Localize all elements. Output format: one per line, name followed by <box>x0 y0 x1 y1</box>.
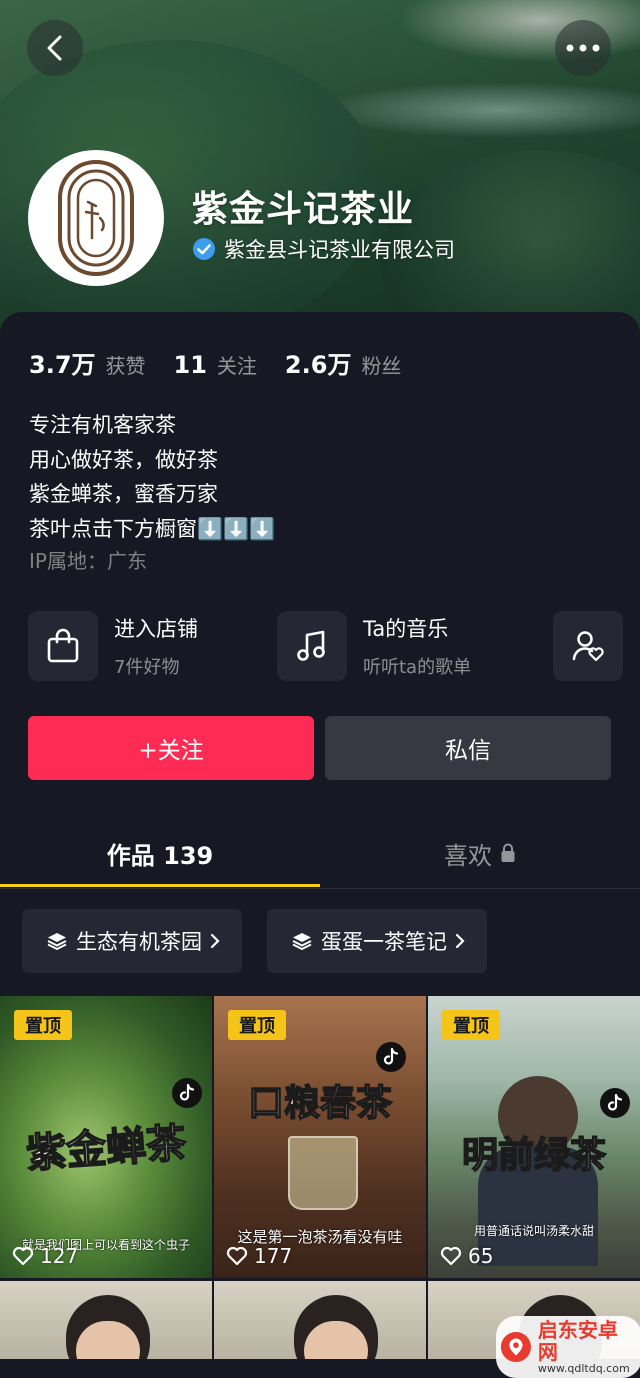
message-button[interactable]: 私信 <box>325 716 611 780</box>
video-likes-count: 177 <box>254 1244 293 1268</box>
pinned-badge: 置顶 <box>228 1010 286 1040</box>
layers-icon <box>47 933 67 950</box>
verified-org[interactable]: 紫金县斗记茶业有限公司 <box>192 234 455 264</box>
pinned-badge: 置顶 <box>442 1010 500 1040</box>
content-tabs: 作品 139 喜欢 <box>0 820 640 889</box>
music-note-icon <box>297 630 325 661</box>
pinned-badge: 置顶 <box>14 1010 72 1040</box>
collection-chip-label: 蛋蛋一茶笔记 <box>321 930 447 954</box>
brand-logo-icon <box>58 160 134 276</box>
back-button[interactable] <box>27 20 83 76</box>
bio-line: 用心做好茶，做好茶 <box>29 447 218 472</box>
chevron-right-icon <box>210 933 220 949</box>
lock-icon <box>501 843 515 862</box>
following-label[interactable]: 关注 <box>217 350 257 379</box>
video-likes: 177 <box>226 1244 292 1268</box>
chevron-right-icon <box>455 933 465 949</box>
tab-indicator <box>0 884 320 887</box>
video-likes-count: 65 <box>468 1244 494 1268</box>
music-entry-icon-box <box>277 611 347 681</box>
verified-org-name: 紫金县斗记茶业有限公司 <box>224 238 455 262</box>
verified-badge-icon <box>193 238 215 260</box>
heart-outline-icon <box>226 1246 248 1266</box>
tea-glass <box>288 1136 358 1210</box>
layers-icon <box>292 933 312 950</box>
shop-entry-subtitle: 7件好物 <box>114 657 180 678</box>
music-entry[interactable]: Ta的音乐 听听ta的歌单 <box>277 610 471 682</box>
video-subtitle: 用普通话说叫汤柔水甜 <box>473 1224 594 1238</box>
video-thumbnail[interactable] <box>214 1281 426 1359</box>
video-likes: 127 <box>12 1244 78 1268</box>
shopping-bag-icon <box>47 628 79 663</box>
shop-entry[interactable]: 进入店铺 7件好物 <box>28 610 198 682</box>
video-thumbnail[interactable] <box>0 1281 212 1359</box>
followers-label[interactable]: 粉丝 <box>361 350 401 379</box>
user-heart-icon <box>572 631 604 662</box>
video-likes: 65 <box>440 1244 493 1268</box>
video-thumbnail[interactable]: 置顶 明前绿茶 用普通话说叫汤柔水甜 65 <box>428 996 640 1278</box>
video-likes-count: 127 <box>40 1244 79 1268</box>
heart-outline-icon <box>12 1246 34 1266</box>
ip-location: IP属地：广东 <box>29 549 147 573</box>
avatar[interactable] <box>28 150 164 286</box>
collection-chip-label: 生态有机茶园 <box>76 930 202 954</box>
heart-outline-icon <box>440 1246 462 1266</box>
watermark-name: 启东安卓网 <box>537 1318 618 1364</box>
site-watermark: 启东安卓网 www.qdltdq.com <box>496 1316 640 1378</box>
video-overlay-title: 紫金蝉茶 <box>24 1120 188 1179</box>
followers-count[interactable]: 2.6万 <box>285 345 352 380</box>
stats-row: 3.7万 获赞 11 关注 2.6万 粉丝 <box>29 345 429 380</box>
tiktok-logo-icon <box>600 1088 630 1118</box>
music-entry-title: Ta的音乐 <box>363 617 449 641</box>
account-name: 紫金斗记茶业 <box>192 189 415 230</box>
video-overlay-title: 口粮春茶 <box>247 1082 393 1125</box>
collection-chip[interactable]: 蛋蛋一茶笔记 <box>267 909 487 973</box>
chevron-left-icon <box>47 35 62 61</box>
fan-group-entry[interactable] <box>553 610 623 682</box>
tiktok-logo-icon <box>376 1042 406 1072</box>
bio-line: 茶叶点击下方橱窗⬇️⬇️⬇️ <box>29 516 276 541</box>
tab-works[interactable]: 作品 139 <box>0 820 320 886</box>
more-button[interactable] <box>555 20 611 76</box>
tab-likes-label: 喜欢 <box>444 841 492 870</box>
tiktok-logo-icon <box>172 1078 202 1108</box>
video-overlay-title: 明前绿茶 <box>461 1134 607 1177</box>
shop-entry-title: 进入店铺 <box>114 617 198 641</box>
video-thumbnail[interactable]: 置顶 紫金蝉茶 就是我们图上可以看到这个虫子 127 <box>0 996 212 1278</box>
more-dots-icon <box>566 44 600 52</box>
music-entry-subtitle: 听听ta的歌单 <box>363 657 472 678</box>
shop-entry-icon-box <box>28 611 98 681</box>
video-thumbnail[interactable]: 置顶 口粮春茶 这是第一泡茶汤看没有哇 177 <box>214 996 426 1278</box>
likes-count: 3.7万 <box>29 351 96 379</box>
collection-chip[interactable]: 生态有机茶园 <box>22 909 242 973</box>
fan-group-entry-icon-box <box>553 611 623 681</box>
following-count[interactable]: 11 <box>174 351 207 379</box>
watermark-url: www.qdltdq.com <box>537 1362 630 1375</box>
tab-likes[interactable]: 喜欢 <box>320 820 640 886</box>
bio: 专注有机客家茶 用心做好茶，做好茶 紫金蝉茶，蜜香万家 茶叶点击下方橱窗⬇️⬇️… <box>29 408 275 546</box>
likes-label: 获赞 <box>105 354 146 378</box>
follow-button[interactable]: +关注 <box>28 716 314 780</box>
bio-line: 紫金蝉茶，蜜香万家 <box>29 482 218 506</box>
bio-line: 专注有机客家茶 <box>29 413 176 437</box>
